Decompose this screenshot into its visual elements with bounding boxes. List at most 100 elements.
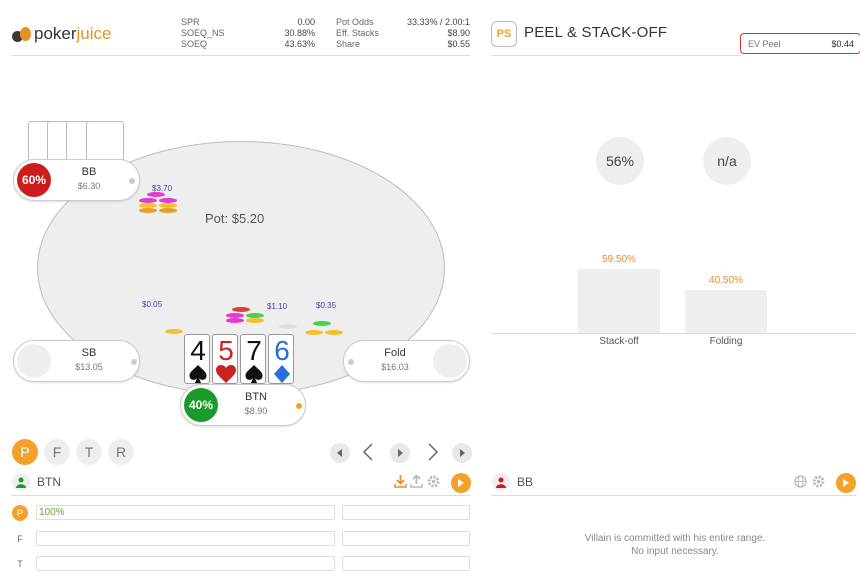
download-icon[interactable] (394, 475, 407, 488)
stat-value: $8.90 (447, 28, 470, 38)
stat-label: Share (336, 39, 361, 49)
card-rank: 7 (246, 335, 262, 366)
chart-bar (578, 269, 660, 333)
active-seat-indicator-icon (296, 403, 302, 409)
villain-position: BB (517, 475, 534, 489)
step-forward-icon[interactable] (421, 441, 443, 463)
seat-indicator-icon (348, 359, 354, 365)
seat-name: BTN (245, 391, 267, 403)
board-card: 4 (184, 334, 210, 384)
folding-equity-circle: n/a (703, 137, 751, 185)
board-card: 5 (212, 334, 238, 384)
divider (11, 495, 470, 496)
chip-icon (159, 208, 177, 213)
chart-value-label: 40.50% (709, 275, 743, 286)
hero-position: BTN (37, 475, 61, 489)
street-button-river[interactable]: R (108, 439, 134, 465)
logo-mark-icon (12, 25, 32, 43)
bet-amount-btn: $1.10 (267, 302, 288, 311)
seat-stack: $16.03 (381, 362, 409, 372)
stat-value: $0.55 (447, 39, 470, 49)
header-divider (11, 55, 470, 56)
stat-value: 30.88% (284, 28, 315, 38)
stat-label: Pot Odds (336, 17, 374, 27)
step-back-icon[interactable] (358, 441, 380, 463)
globe-icon[interactable] (794, 475, 807, 488)
chip-icon (325, 330, 343, 335)
chip-icon (279, 324, 297, 329)
stat-value: 0.00 (297, 17, 315, 27)
stat-label: Eff. Stacks (336, 28, 379, 38)
stat-value: 33.33% / 2.00:1 (406, 17, 470, 27)
seat-stack: $6.30 (77, 181, 101, 191)
card-rank: 5 (218, 335, 234, 366)
equity-badge-empty (17, 344, 51, 378)
street-button-turn[interactable]: T (76, 439, 102, 465)
spade-suit-icon (245, 365, 263, 383)
chip-icon (305, 330, 323, 335)
card-rank: 4 (190, 335, 206, 366)
seat-stack: $8.90 (244, 406, 268, 416)
play-icon (458, 479, 464, 487)
play-icon (843, 479, 849, 487)
chart-value-label: 59.50% (602, 254, 636, 265)
villain-user-icon (492, 473, 510, 491)
chip-icon (246, 318, 264, 323)
skip-back-icon[interactable] (330, 443, 350, 463)
board-card: 6 (268, 334, 294, 384)
gear-icon[interactable] (812, 475, 825, 488)
chart-bar (685, 290, 767, 333)
user-icon (12, 473, 30, 491)
range-bar-flop[interactable] (36, 531, 335, 546)
seat-indicator-icon (131, 359, 137, 365)
chart-category-label: Stack-off (599, 336, 639, 347)
street-button-flop[interactable]: F (44, 439, 70, 465)
chip-icon (139, 208, 157, 213)
divider (491, 495, 856, 496)
range-bar-secondary[interactable] (342, 505, 470, 520)
seat-btn[interactable]: 40% BTN $8.90 (180, 384, 306, 426)
seat-bb[interactable]: 60% BB $6.30 (13, 159, 140, 201)
logo-word-poker: poker (34, 24, 77, 43)
seat-indicator-icon (129, 178, 135, 184)
message-line: No input necessary. (631, 546, 719, 557)
range-bar-preflop[interactable]: 100% (36, 505, 335, 520)
ev-peel-box: EV Peel $0.44 (740, 33, 860, 54)
equity-badge: 60% (17, 163, 51, 197)
panel-divider (491, 55, 740, 56)
chip-icon (313, 321, 331, 326)
bet-amount-call: $0.35 (316, 301, 337, 310)
chip-icon (226, 318, 244, 323)
pokerjuice-logo: poker juice (12, 24, 112, 44)
chip-icon (232, 307, 250, 312)
play-icon[interactable] (390, 443, 410, 463)
panel-title: PEEL & STACK-OFF (524, 24, 668, 41)
equity-badge: 40% (184, 388, 218, 422)
seat-name: BB (81, 166, 97, 178)
upload-icon[interactable] (410, 474, 423, 488)
equity-badge-empty (433, 344, 467, 378)
gear-icon[interactable] (427, 475, 440, 488)
run-button[interactable] (451, 473, 471, 493)
range-bar-secondary[interactable] (342, 531, 470, 546)
ev-value: $0.44 (831, 39, 854, 49)
chip-icon (165, 329, 183, 334)
seat-name: SB (81, 347, 97, 359)
peel-stackoff-logo: PS (491, 21, 517, 47)
seat-fold[interactable]: Fold $16.03 (343, 340, 470, 382)
logo-word-juice: juice (76, 24, 112, 43)
seat-stack: $13.05 (75, 362, 103, 372)
stackoff-equity-circle: 56% (596, 137, 644, 185)
row-label-turn: T (17, 559, 23, 569)
range-bar-turn[interactable] (36, 556, 335, 571)
stackoff-bar-chart: 59.50% Stack-off 40.50% Folding (491, 220, 856, 350)
range-bar-secondary[interactable] (342, 556, 470, 571)
stat-label: SOEQ_NS (181, 28, 225, 38)
skip-forward-icon[interactable] (452, 443, 472, 463)
chip-icon (147, 192, 165, 197)
street-button-preflop[interactable]: P (12, 439, 38, 465)
stat-value: 43.63% (284, 39, 315, 49)
stats-left: SPR 0.00 SOEQ_NS 30.88% SOEQ 43.63% (181, 17, 315, 50)
run-button[interactable] (836, 473, 856, 493)
seat-sb[interactable]: SB $13.05 (13, 340, 140, 382)
